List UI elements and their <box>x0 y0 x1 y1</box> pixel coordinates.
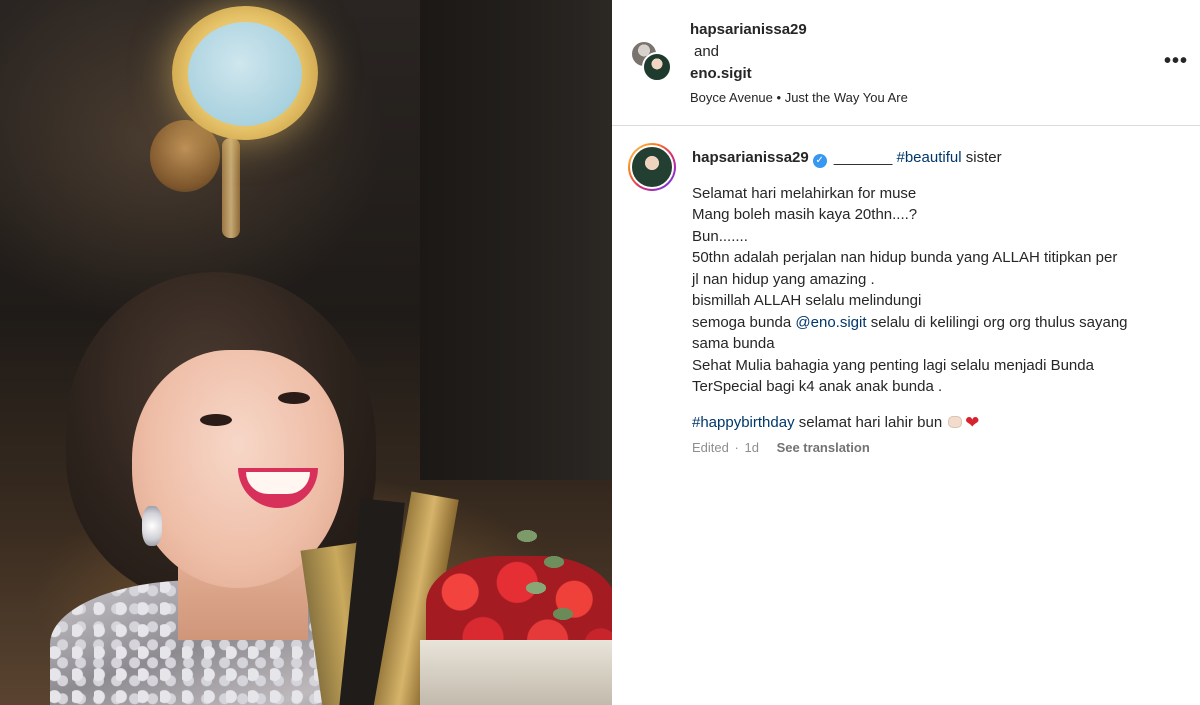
caption-line: sama bunda <box>692 335 775 352</box>
collab-avatars[interactable] <box>630 40 676 86</box>
caption-meta: Edited · 1d See translation <box>692 437 1192 459</box>
more-options-icon[interactable]: ••• <box>1164 51 1187 71</box>
edited-label: Edited <box>692 440 729 455</box>
caption-text: selalu di kelilingi org org thulus sayan… <box>870 313 1128 331</box>
caption-text: sister <box>965 149 1002 166</box>
caption-line: jl nan hidup yang amazing . <box>692 270 875 288</box>
hashtag-link[interactable]: #beautiful <box>897 149 962 166</box>
post-photo[interactable] <box>0 0 612 705</box>
caption-line: Mang boleh masih kaya 20thn....? <box>692 206 918 223</box>
caption-line: #happybirthday selamat hari lahir bun ❤ <box>692 412 1192 434</box>
collab-header-text: hapsarianissa29 and eno.sigit Boyce Aven… <box>690 19 908 105</box>
audio-attribution[interactable]: Boyce Avenue • Just the Way You Are <box>690 87 908 109</box>
photo-eucalyptus <box>500 510 590 640</box>
username-link[interactable]: hapsarianissa29 <box>690 19 807 41</box>
avatar[interactable] <box>628 143 676 191</box>
caption-line: semoga bunda @eno.sigit selalu di kelili… <box>692 312 1192 334</box>
caption-body: hapsarianissa29 ✓ _______ #beautiful sist… <box>692 147 1192 459</box>
caption-line: TerSpecial bagi k4 anak anak bunda . <box>692 378 943 395</box>
post-header: hapsarianissa29 and eno.sigit Boyce Aven… <box>612 0 1200 126</box>
photo-earring <box>142 506 162 546</box>
meta-separator: · <box>734 440 739 455</box>
photo-dark-panel <box>420 0 612 480</box>
caption-blank: _______ <box>833 149 893 166</box>
photo-eye-right <box>278 392 310 404</box>
heart-emoji-icon: ❤ <box>965 412 980 432</box>
verified-badge-icon: ✓ <box>812 154 827 168</box>
post-sidebar: hapsarianissa29 and eno.sigit Boyce Aven… <box>612 0 1200 705</box>
audio-track[interactable]: Just the Way You Are <box>785 90 908 105</box>
username-link[interactable]: eno.sigit <box>690 63 807 85</box>
photo-bouquet-paper <box>420 640 612 705</box>
mention-link[interactable]: @eno.sigit <box>795 314 866 331</box>
and-label: and <box>694 43 720 60</box>
caption-first-line: hapsarianissa29 ✓ _______ #beautiful sist… <box>692 147 1192 169</box>
photo-lamp-arm <box>222 138 240 238</box>
caption-line: Sehat Mulia bahagia yang penting lagi se… <box>692 356 1094 374</box>
hand-emoji-icon <box>948 415 963 428</box>
caption-text: semoga bunda <box>692 313 792 331</box>
caption-footer: #happybirthday selamat hari lahir bun ❤ <box>692 412 1192 434</box>
caption-line: 50thn adalah perjalan nan hidup bunda ya… <box>692 249 1118 266</box>
photo-eye-left <box>200 414 232 426</box>
caption-line: Bun....... <box>692 227 748 245</box>
caption-line: Selamat hari melahirkan for muse <box>692 184 917 202</box>
see-translation-button[interactable]: See translation <box>777 440 870 455</box>
username-link[interactable]: hapsarianissa29 <box>692 149 809 166</box>
hashtag-link[interactable]: #happybirthday <box>692 414 795 431</box>
caption-line: bismillah ALLAH selalu melindungi <box>692 292 922 309</box>
photo-mirror <box>188 22 302 126</box>
audio-separator: • <box>776 90 782 105</box>
caption-paragraph: Selamat hari melahirkan for muse Mang bo… <box>692 183 1192 398</box>
post-caption: hapsarianissa29 ✓ _______ #beautiful sist… <box>612 127 1200 705</box>
audio-artist[interactable]: Boyce Avenue <box>690 90 773 105</box>
timestamp[interactable]: 1d <box>744 440 758 455</box>
caption-text: selamat hari lahir bun <box>798 413 943 431</box>
avatar[interactable] <box>642 52 672 82</box>
